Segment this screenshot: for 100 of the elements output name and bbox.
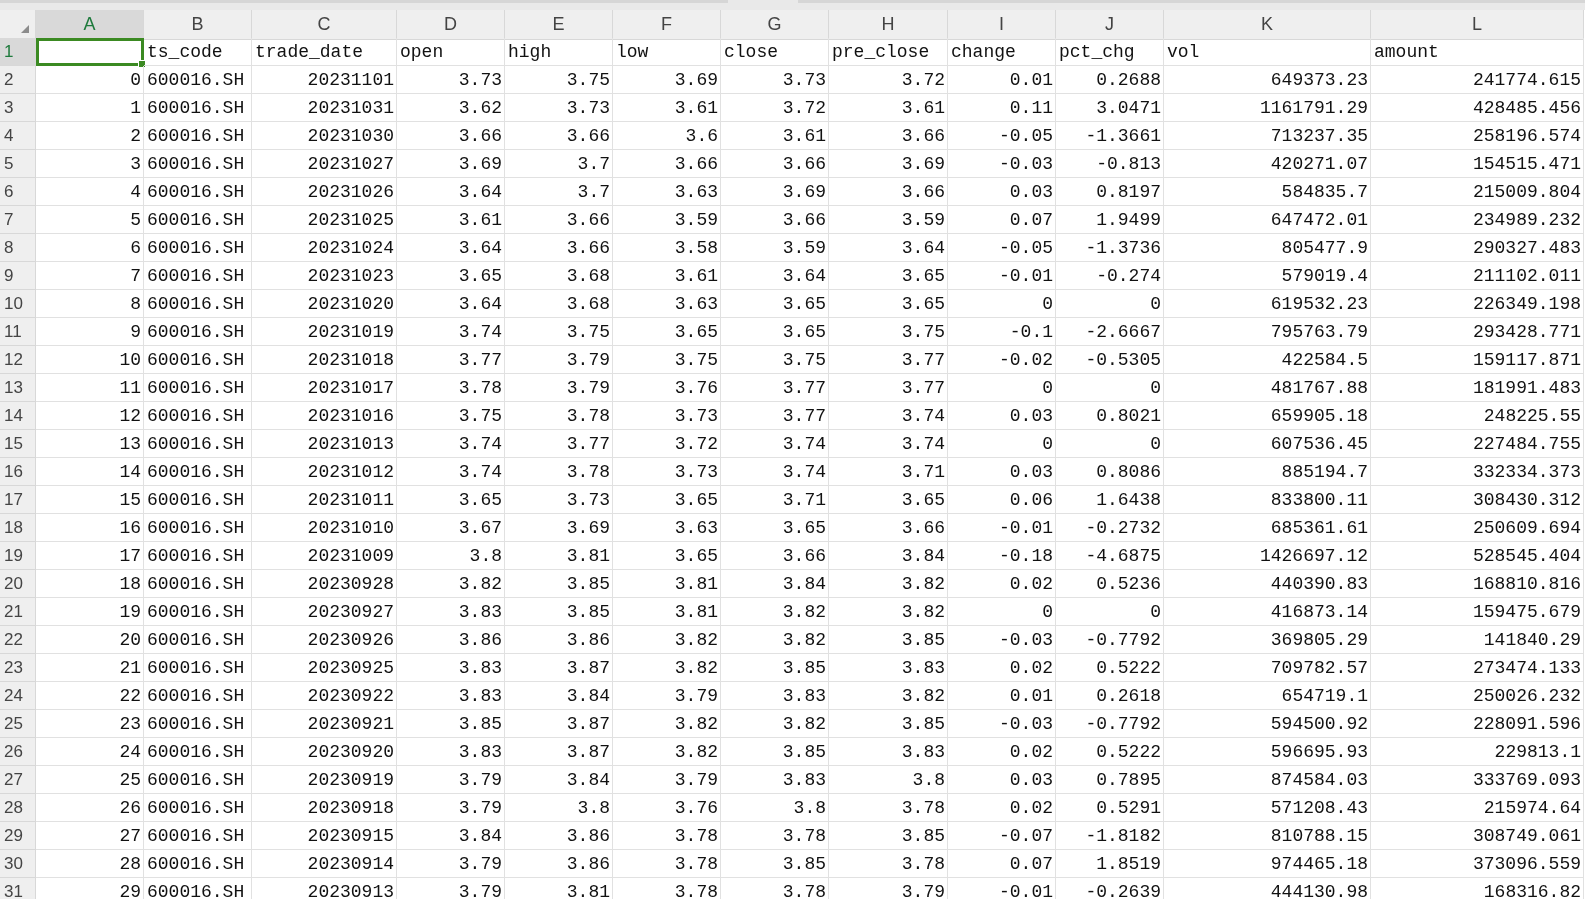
table-cell: 3.83: [829, 738, 948, 766]
table-cell: 3.81: [505, 542, 613, 570]
table-cell: 3.73: [505, 94, 613, 122]
row-header[interactable]: 1: [0, 38, 36, 66]
table-cell: -2.6667: [1056, 318, 1164, 346]
table-cell: 0: [948, 598, 1056, 626]
row-header[interactable]: 11: [0, 318, 36, 346]
table-cell: -0.2732: [1056, 514, 1164, 542]
column-header[interactable]: K: [1164, 10, 1371, 40]
table-cell: 600016.SH: [144, 318, 252, 346]
table-cell: 3.85: [505, 570, 613, 598]
table-cell: 600016.SH: [144, 514, 252, 542]
row-header[interactable]: 3: [0, 94, 36, 122]
table-cell: 600016.SH: [144, 542, 252, 570]
select-all-icon[interactable]: [21, 25, 29, 33]
table-cell: 0.02: [948, 570, 1056, 598]
column-header[interactable]: C: [252, 10, 397, 40]
row-header[interactable]: 4: [0, 122, 36, 150]
table-cell: 3.82: [613, 710, 721, 738]
row-header[interactable]: 31: [0, 878, 36, 899]
table-cell: 3.73: [721, 66, 829, 94]
row-header[interactable]: 5: [0, 150, 36, 178]
table-cell: 481767.88: [1164, 374, 1371, 402]
table-cell: 3.81: [613, 598, 721, 626]
row-header[interactable]: 12: [0, 346, 36, 374]
table-cell: 600016.SH: [144, 486, 252, 514]
table-cell: 3.65: [829, 486, 948, 514]
column-header[interactable]: F: [613, 10, 721, 40]
active-cell[interactable]: [36, 38, 144, 66]
table-cell: 3.69: [397, 150, 505, 178]
column-header[interactable]: D: [397, 10, 505, 40]
table-cell: 3.62: [397, 94, 505, 122]
table-cell: 833800.11: [1164, 486, 1371, 514]
row-header[interactable]: 23: [0, 654, 36, 682]
row-header[interactable]: 17: [0, 486, 36, 514]
table-cell: 3.79: [397, 766, 505, 794]
table-cell: 3.85: [721, 738, 829, 766]
row-header[interactable]: 28: [0, 794, 36, 822]
table-cell: 20231101: [252, 66, 397, 94]
column-header[interactable]: B: [144, 10, 252, 40]
row-header[interactable]: 20: [0, 570, 36, 598]
table-cell: 0.07: [948, 206, 1056, 234]
table-cell: 3.76: [613, 794, 721, 822]
table-cell: 3.8: [721, 794, 829, 822]
table-cell: 4: [36, 178, 144, 206]
table-cell: 20231020: [252, 290, 397, 318]
row-header[interactable]: 10: [0, 290, 36, 318]
row-header[interactable]: 9: [0, 262, 36, 290]
table-cell: -0.01: [948, 878, 1056, 899]
row-header[interactable]: 21: [0, 598, 36, 626]
column-header[interactable]: H: [829, 10, 948, 40]
table-cell: 11: [36, 374, 144, 402]
column-header[interactable]: J: [1056, 10, 1164, 40]
row-header[interactable]: 18: [0, 514, 36, 542]
row-header[interactable]: 6: [0, 178, 36, 206]
row-header[interactable]: 29: [0, 822, 36, 850]
row-header[interactable]: 2: [0, 66, 36, 94]
column-header[interactable]: I: [948, 10, 1056, 40]
table-cell: 422584.5: [1164, 346, 1371, 374]
column-header[interactable]: E: [505, 10, 613, 40]
row-header[interactable]: 15: [0, 430, 36, 458]
table-cell: 3.82: [829, 598, 948, 626]
row-header[interactable]: 24: [0, 682, 36, 710]
table-cell: 20231009: [252, 542, 397, 570]
table-cell: 2: [36, 122, 144, 150]
row-header[interactable]: 8: [0, 234, 36, 262]
table-cell: 3.83: [397, 598, 505, 626]
table-cell: 0.5236: [1056, 570, 1164, 598]
table-cell: 0: [1056, 430, 1164, 458]
row-header[interactable]: 30: [0, 850, 36, 878]
row-header[interactable]: 14: [0, 402, 36, 430]
column-header[interactable]: L: [1371, 10, 1584, 40]
table-cell: 3.79: [505, 374, 613, 402]
row-header[interactable]: 25: [0, 710, 36, 738]
table-cell: 1161791.29: [1164, 94, 1371, 122]
column-header[interactable]: A: [36, 10, 144, 40]
table-cell: 3.71: [721, 486, 829, 514]
row-header[interactable]: 19: [0, 542, 36, 570]
table-cell: 3.74: [829, 430, 948, 458]
table-cell: 3.82: [829, 570, 948, 598]
table-cell: 3.7: [505, 178, 613, 206]
table-cell: 795763.79: [1164, 318, 1371, 346]
table-cell: 600016.SH: [144, 878, 252, 899]
table-cell: 600016.SH: [144, 66, 252, 94]
table-cell: 308749.061: [1371, 822, 1584, 850]
row-header[interactable]: 22: [0, 626, 36, 654]
column-header[interactable]: G: [721, 10, 829, 40]
table-cell: 0.07: [948, 850, 1056, 878]
table-cell: -1.8182: [1056, 822, 1164, 850]
row-header[interactable]: 7: [0, 206, 36, 234]
row-header[interactable]: 26: [0, 738, 36, 766]
table-cell: 3.78: [505, 458, 613, 486]
row-header[interactable]: 13: [0, 374, 36, 402]
table-cell: 3.7: [505, 150, 613, 178]
row-header[interactable]: 16: [0, 458, 36, 486]
table-cell: 3.66: [505, 234, 613, 262]
row-header[interactable]: 27: [0, 766, 36, 794]
table-cell: 709782.57: [1164, 654, 1371, 682]
table-cell: 20230915: [252, 822, 397, 850]
table-cell: 416873.14: [1164, 598, 1371, 626]
